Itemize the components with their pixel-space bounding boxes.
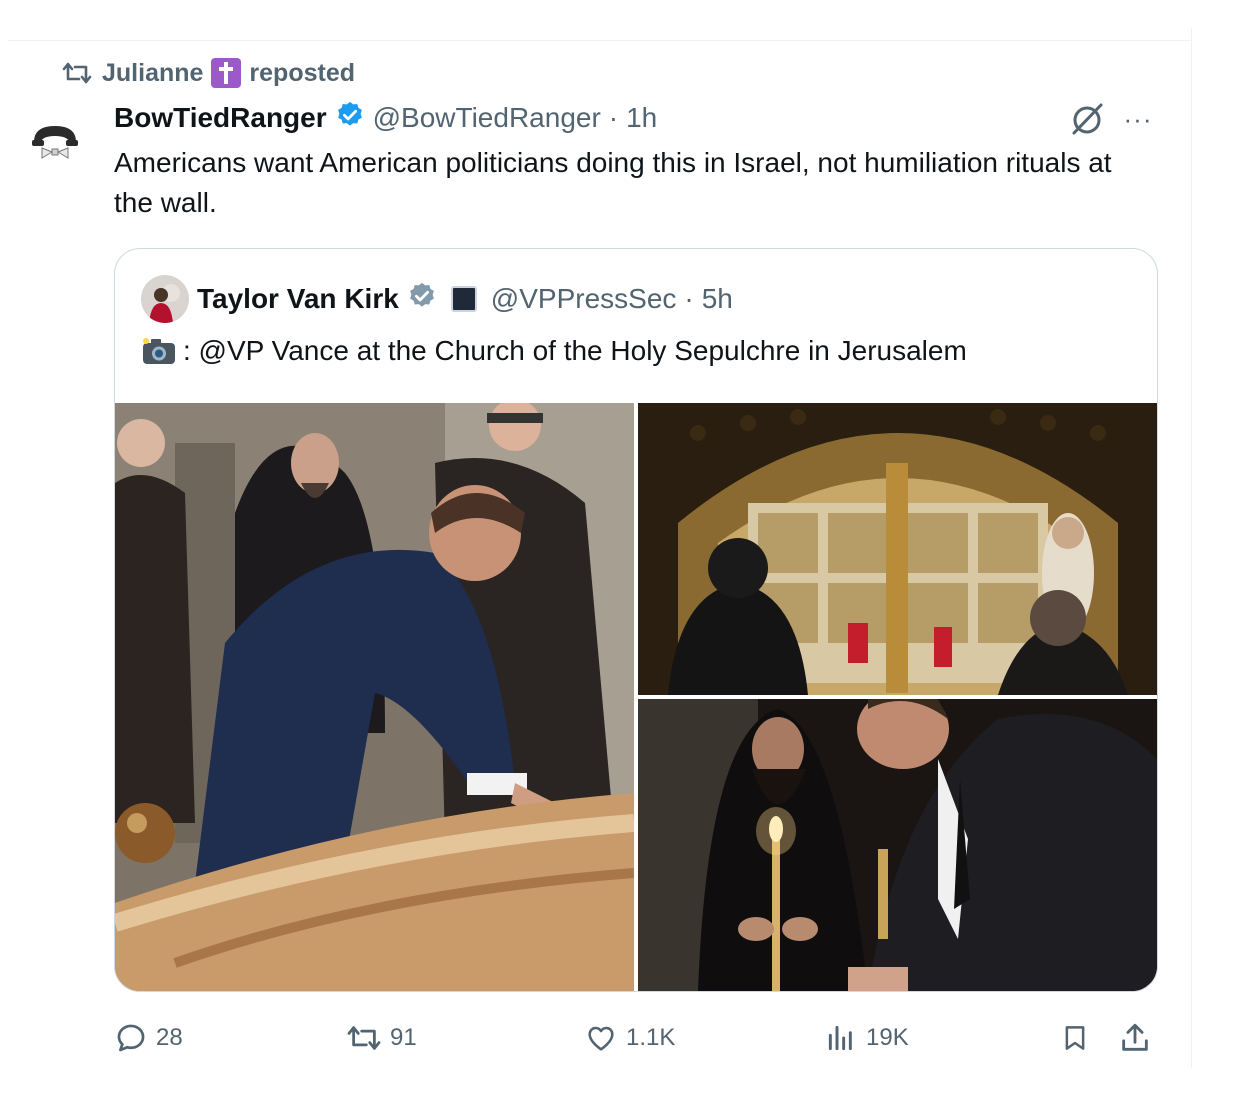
- repost-icon: [62, 60, 92, 86]
- quote-user-handle[interactable]: @VPPressSec: [491, 283, 677, 315]
- camera-flash-emoji-icon: [141, 336, 179, 366]
- like-icon: [584, 1022, 618, 1054]
- user-handle[interactable]: @BowTiedRanger: [373, 102, 601, 134]
- like-button[interactable]: 1.1K: [584, 1016, 675, 1060]
- repost-user-name[interactable]: Julianne: [102, 59, 203, 88]
- government-badge-icon: [450, 286, 477, 312]
- timeline-border: [1191, 28, 1192, 1068]
- share-icon: [1118, 1021, 1152, 1055]
- repost-count: 91: [390, 1024, 417, 1051]
- verified-badge-icon: [335, 100, 365, 137]
- share-button[interactable]: [1118, 1016, 1152, 1060]
- avatar[interactable]: [26, 112, 84, 170]
- repost-label: reposted: [249, 58, 356, 87]
- tweet-header: BowTiedRanger @BowTiedRanger · 1h: [114, 98, 657, 138]
- bookmark-button[interactable]: [1060, 1016, 1090, 1060]
- reply-icon: [114, 1021, 148, 1055]
- timeline-divider: [8, 40, 1192, 41]
- quote-text: : @VP Vance at the Church of the Holy Se…: [183, 335, 967, 366]
- timestamp[interactable]: 1h: [626, 102, 657, 134]
- more-icon[interactable]: ···: [1118, 104, 1158, 134]
- bookmark-icon: [1060, 1021, 1090, 1055]
- quote-display-name[interactable]: Taylor Van Kirk: [197, 283, 399, 315]
- repost-context[interactable]: Julianne reposted: [62, 58, 355, 88]
- views-count: 19K: [866, 1024, 909, 1051]
- reply-button[interactable]: 28: [114, 1016, 183, 1060]
- photo-kneeling-at-stone[interactable]: [115, 403, 634, 991]
- views-icon: [824, 1022, 858, 1054]
- media-grid: [115, 403, 1157, 991]
- photo-golden-altar[interactable]: [638, 403, 1157, 695]
- views-button[interactable]: 19K: [824, 1016, 909, 1060]
- action-bar: 28 91 1.1K 19K: [114, 1016, 1158, 1060]
- separator: ·: [608, 102, 619, 133]
- verified-badge-icon: [407, 281, 437, 318]
- quote-timestamp[interactable]: 5h: [702, 283, 733, 315]
- grok-icon[interactable]: [1068, 100, 1106, 138]
- reply-count: 28: [156, 1024, 183, 1051]
- display-name[interactable]: BowTiedRanger: [114, 102, 327, 134]
- tweet-text: Americans want American politicians doin…: [114, 147, 1112, 218]
- repost-button[interactable]: 91: [346, 1016, 417, 1060]
- like-count: 1.1K: [626, 1024, 676, 1051]
- cross-emoji-icon: [211, 58, 242, 88]
- repost-icon: [346, 1023, 382, 1053]
- quote-avatar[interactable]: [141, 275, 189, 323]
- quote-header: Taylor Van Kirk @VPPressSec · 5h: [197, 279, 733, 319]
- photo-candle-prayer[interactable]: [638, 699, 1157, 991]
- separator: ·: [684, 283, 694, 314]
- quote-tweet-card[interactable]: Taylor Van Kirk @VPPressSec · 5h : @VP V…: [114, 248, 1158, 992]
- quote-text-row: : @VP Vance at the Church of the Holy Se…: [141, 331, 967, 371]
